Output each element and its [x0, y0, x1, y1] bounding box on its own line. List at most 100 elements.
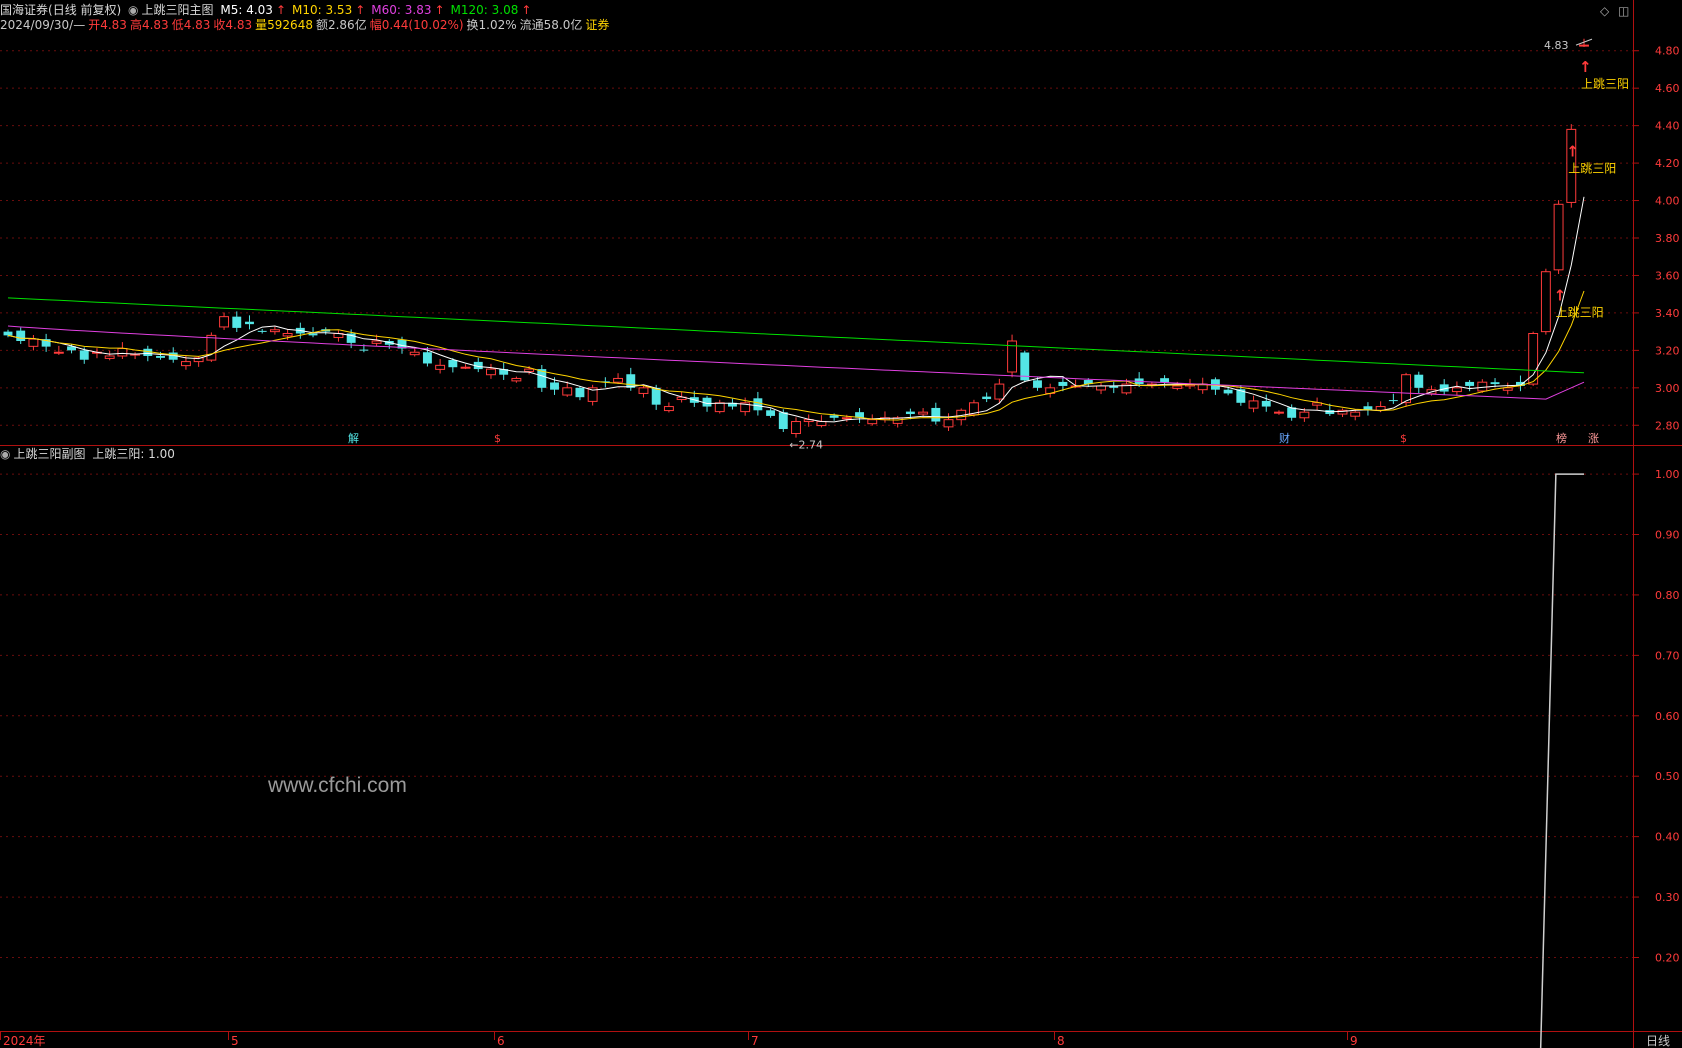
x-tick-label: 5: [231, 1034, 239, 1048]
candle-body: [1299, 411, 1310, 419]
up-arrow-icon: ↑: [434, 3, 445, 17]
main-y-tick-label: 2.80: [1655, 419, 1680, 432]
up-arrow-icon: ↑: [355, 3, 366, 17]
ma10-line: [7, 290, 1585, 421]
sub-y-tick-label: 0.50: [1655, 770, 1680, 783]
candle-body: [448, 360, 458, 368]
candle-body: [550, 382, 559, 390]
candle-body: [1033, 380, 1042, 388]
candle-body: [1058, 381, 1068, 386]
candle-body: [841, 417, 852, 420]
candle-body: [663, 406, 674, 412]
x-tick-label: 6: [497, 1034, 505, 1048]
quote-field-5: 量592648: [255, 18, 313, 32]
candle-body: [1553, 203, 1564, 271]
ma-values: M5: 4.03 ↑ M10: 3.53 ↑ M60: 3.83 ↑ M120: 3.08 ↑: [220, 3, 537, 17]
x-tick-label: 2024年: [3, 1034, 46, 1048]
indicator-dropdown-icon[interactable]: ◉: [128, 3, 138, 17]
main-y-tick-label: 3.60: [1655, 269, 1680, 282]
sub-y-tick-label: 0.80: [1655, 589, 1680, 602]
signal-arrow-icon: ↑: [1554, 287, 1567, 305]
event-marker: 解: [348, 431, 359, 445]
signal-label: 上跳三阳: [1581, 77, 1629, 91]
candle-body: [994, 383, 1005, 400]
candle-body: [778, 412, 788, 430]
quote-field-8: 换1.02%: [466, 18, 517, 32]
up-arrow-icon: ↑: [275, 3, 286, 17]
candle-body: [651, 387, 661, 405]
candle-body: [766, 410, 776, 416]
signal-arrow-icon: ↑: [1566, 142, 1579, 160]
diamond-icon[interactable]: ◇: [1600, 4, 1609, 18]
main-y-tick-label: 4.60: [1655, 82, 1680, 95]
candle-body: [371, 340, 382, 344]
quote-field-10: 证券: [585, 18, 610, 32]
candle-body: [1414, 374, 1424, 388]
candle-body: [1490, 382, 1500, 385]
candle-body: [1261, 400, 1271, 407]
main-y-tick-label: 4.80: [1655, 45, 1680, 58]
candle-body: [486, 368, 496, 376]
candle-body: [1160, 378, 1170, 383]
candle-body: [156, 355, 165, 358]
ma-value-3: M120: 3.08: [450, 3, 519, 17]
sub-indicator-value: 上跳三阳: 1.00: [92, 447, 175, 461]
candle-body: [931, 407, 941, 422]
quote-field-7: 幅0.44(10.02%): [369, 18, 464, 32]
quote-field-3: 低4.83: [171, 18, 211, 32]
candle-body: [245, 321, 254, 325]
candle-body: [1223, 389, 1233, 394]
candle-body: [714, 402, 725, 413]
broker-name: 国海证券: [0, 3, 49, 17]
chart-canvas[interactable]: 2.80 3.00 3.20 3.40 3.60 3.80 4.00 4.20 4.40 4.60…: [0, 0, 1682, 1048]
sub-y-tick-label: 0.70: [1655, 649, 1680, 662]
ma-value-0: M5: 4.03: [220, 3, 273, 17]
sub-indicator-name[interactable]: 上跳三阳副图: [13, 447, 85, 461]
candle-body: [638, 387, 649, 394]
candle-body: [79, 350, 89, 360]
candle-body: [232, 316, 242, 328]
sub-indicator-dropdown-icon[interactable]: ◉: [0, 447, 10, 461]
candle-body: [1401, 374, 1412, 404]
x-tick-label: 9: [1350, 1034, 1358, 1048]
header-line-1: 国海证券(日线 前复权) ◉ 上跳三阳主图 M5: 4.03 ↑ M10: 3.53 ↑…: [0, 2, 540, 18]
candle-body: [1465, 381, 1475, 386]
event-marker: $: [494, 432, 501, 445]
candle-body: [1274, 411, 1284, 414]
candle-body: [359, 349, 369, 351]
main-y-tick-label: 4.40: [1655, 120, 1680, 133]
ma-value-2: M60: 3.83: [371, 3, 432, 17]
window-toggle-icon[interactable]: ◫: [1618, 4, 1629, 18]
candle-body: [257, 330, 267, 332]
candle-body: [219, 316, 230, 328]
main-y-tick-label: 3.20: [1655, 344, 1680, 357]
sub-indicator-line: [1539, 473, 1584, 1048]
candle-body: [867, 419, 878, 425]
x-axis-right-label: 日线: [1646, 1034, 1670, 1048]
candle-body: [1248, 400, 1259, 409]
sub-header: ◉ 上跳三阳副图 上跳三阳: 1.00: [0, 446, 178, 462]
quote-field-2: 高4.83: [129, 18, 169, 32]
event-marker: 榜: [1556, 431, 1567, 445]
candle-body: [1172, 385, 1183, 389]
candle-body: [524, 368, 535, 372]
candle-body: [206, 334, 217, 361]
candle-body: [269, 329, 280, 333]
low-price-label: ←2.74: [789, 439, 823, 452]
event-marker: 财: [1279, 431, 1290, 445]
candle-body: [1579, 44, 1589, 47]
candle-body: [28, 338, 39, 347]
event-marker: 涨: [1588, 432, 1599, 445]
x-tick-label: 8: [1057, 1034, 1065, 1048]
candle-body: [562, 387, 573, 396]
main-indicator-name[interactable]: 上跳三阳主图: [142, 3, 214, 17]
up-arrow-icon: ↑: [521, 3, 532, 17]
sub-y-tick-label: 0.30: [1655, 891, 1680, 904]
high-price-label: 4.83: [1544, 39, 1569, 52]
sub-y-tick-label: 0.40: [1655, 831, 1680, 844]
quote-field-1: 开4.83: [88, 18, 127, 32]
candle-body: [409, 351, 420, 356]
candle-body: [422, 352, 432, 364]
candle-body: [117, 347, 128, 357]
candle-body: [1528, 333, 1539, 385]
